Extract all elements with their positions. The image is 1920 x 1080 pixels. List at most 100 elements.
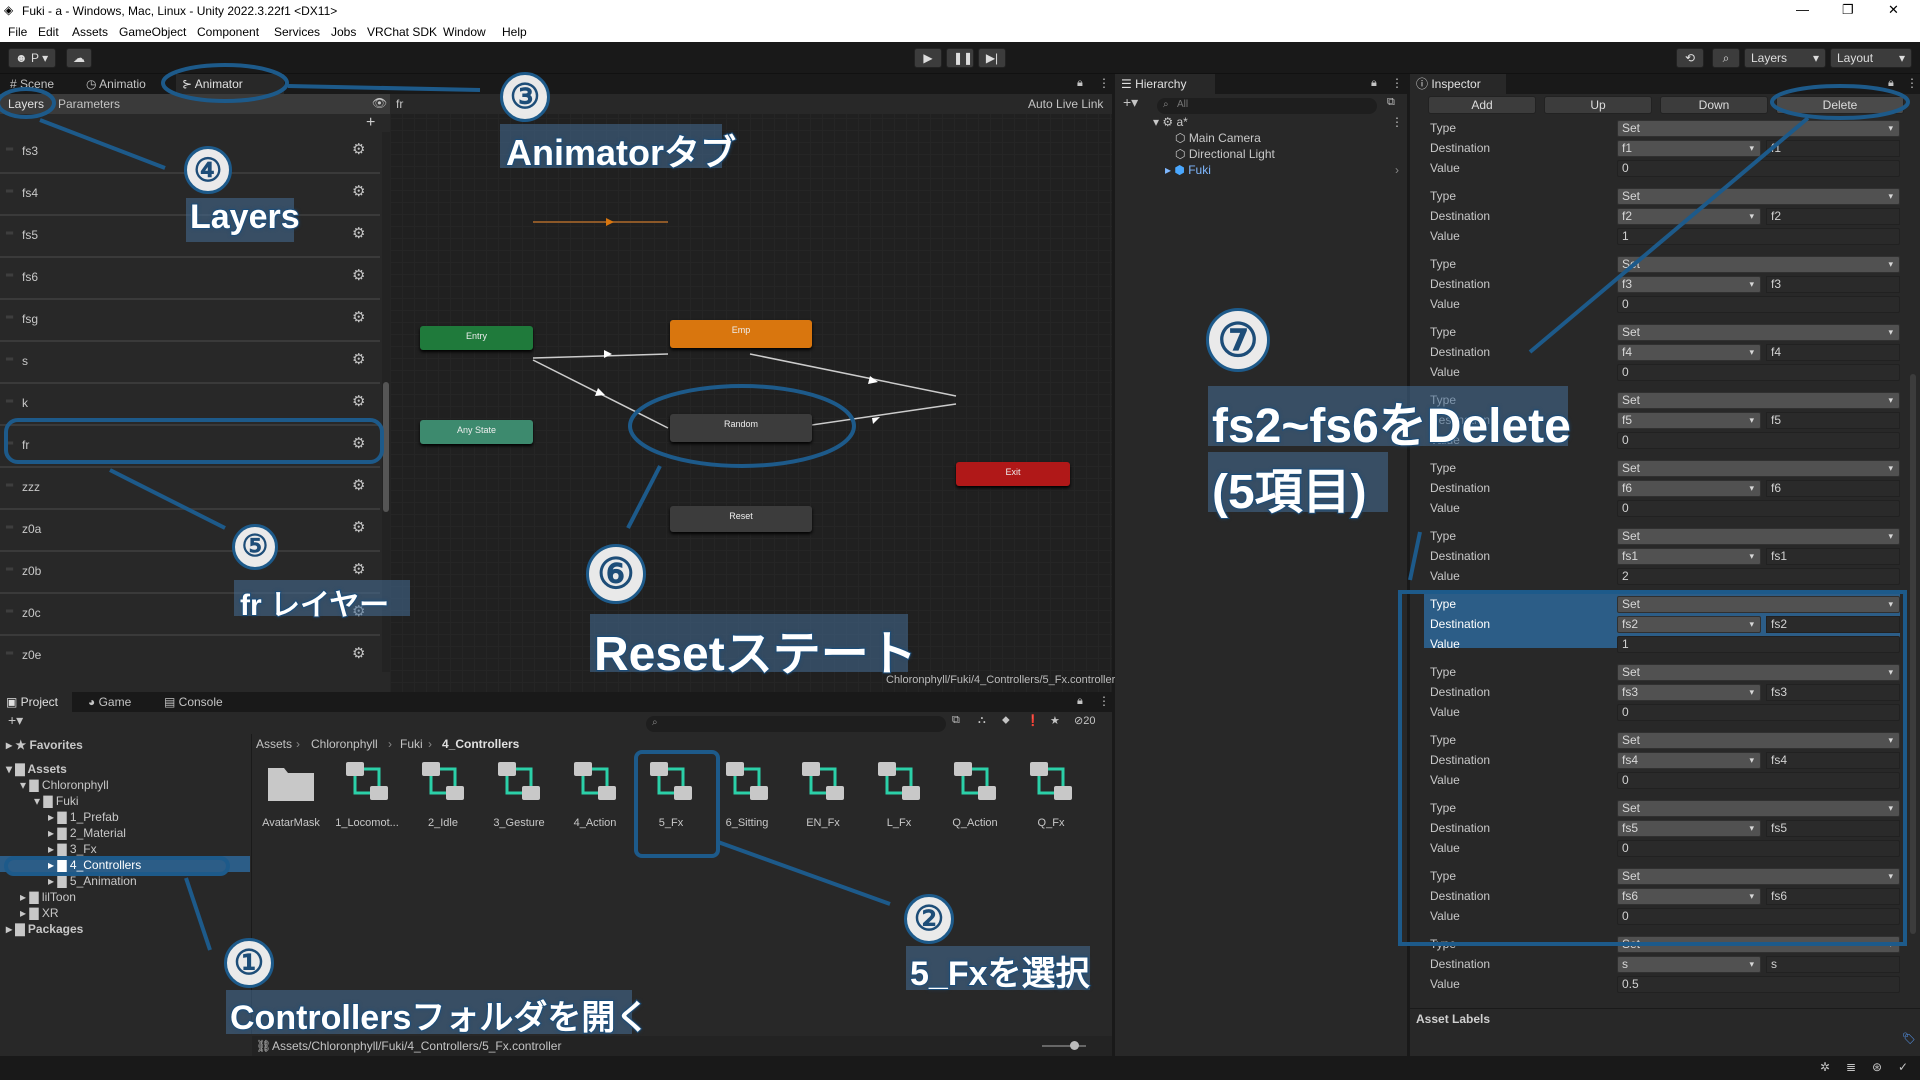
breadcrumb-chloronphyll[interactable]: Chloronphyll <box>311 737 378 751</box>
more-menu-icon[interactable]: ⋮ <box>1906 76 1918 90</box>
tree-chloronphyll[interactable]: ▾ ▇ Chloronphyll <box>20 778 109 792</box>
asset-item[interactable]: L_Fx <box>864 758 934 829</box>
tree-2-material[interactable]: ▸ ▇ 2_Material <box>48 826 126 840</box>
project-search-input[interactable]: ⌕ <box>646 716 946 732</box>
tree-3-fx[interactable]: ▸ ▇ 3_Fx <box>48 842 97 856</box>
gear-icon[interactable]: ⚙ <box>352 224 365 242</box>
tree-assets[interactable]: ▾ ▇ Assets <box>6 762 67 776</box>
filter-log-icon[interactable]: ❗ <box>1026 714 1040 727</box>
destination-dropdown[interactable]: f5 ▾ <box>1617 412 1761 429</box>
destination-text-field[interactable]: fs1 <box>1766 548 1900 565</box>
type-dropdown[interactable]: Set ▾ <box>1617 392 1900 409</box>
eye-icon[interactable]: 👁︎ <box>372 96 387 110</box>
destination-text-field[interactable]: fs3 <box>1766 684 1900 701</box>
account-button[interactable]: ☻ P ▾ <box>8 48 56 68</box>
destination-text-field[interactable]: f3 <box>1766 276 1900 293</box>
destination-dropdown[interactable]: f3 ▾ <box>1617 276 1761 293</box>
value-field[interactable]: 0 <box>1617 432 1900 449</box>
state-exit[interactable]: Exit <box>956 462 1070 486</box>
asset-item[interactable]: Q_Fx <box>1016 758 1086 829</box>
play-icon[interactable]: ▶ <box>914 48 942 68</box>
gear-icon[interactable]: ⚙ <box>352 266 365 284</box>
layer-row-fr[interactable]: ═ fr ⚙ <box>0 426 380 468</box>
hierarchy-item-main-camera[interactable]: ⬡ Main Camera <box>1175 131 1261 145</box>
layer-row-zzz[interactable]: ═ zzz ⚙ <box>0 468 380 510</box>
drag-handle-icon[interactable]: ═ <box>6 648 13 659</box>
menu-file[interactable]: File <box>8 25 27 39</box>
destination-text-field[interactable]: fs6 <box>1766 888 1900 905</box>
layer-row-s[interactable]: ═ s ⚙ <box>0 342 380 384</box>
drag-handle-icon[interactable]: ═ <box>6 354 13 365</box>
value-field[interactable]: 0 <box>1617 296 1900 313</box>
favorite-star-icon[interactable]: ★ <box>1050 714 1060 727</box>
destination-dropdown[interactable]: s ▾ <box>1617 956 1761 973</box>
value-field[interactable]: 1 <box>1617 636 1900 653</box>
tree-4-controllers[interactable]: ▸ ▇ 4_Controllers <box>48 858 141 872</box>
type-dropdown[interactable]: Set ▾ <box>1617 664 1900 681</box>
debug-icon[interactable]: ✲ <box>1820 1060 1830 1074</box>
filter-type-icon[interactable]: ⛬ <box>978 714 986 727</box>
layer-row-fs6[interactable]: ═ fs6 ⚙ <box>0 258 380 300</box>
scene-root[interactable]: ▾ ⚙ a* <box>1153 115 1188 129</box>
state-random[interactable]: Random <box>670 414 812 442</box>
gear-icon[interactable]: ⚙ <box>352 308 365 326</box>
pause-icon[interactable]: ❚❚ <box>946 48 974 68</box>
layout-dropdown[interactable]: Layout ▾ <box>1830 48 1912 68</box>
asset-item[interactable]: 3_Gesture <box>484 758 554 829</box>
inspector-scrollbar[interactable] <box>1910 374 1916 934</box>
destination-dropdown[interactable]: f6 ▾ <box>1617 480 1761 497</box>
gear-icon[interactable]: ⚙ <box>352 476 365 494</box>
menu-window[interactable]: Window <box>443 25 486 39</box>
drag-handle-icon[interactable]: ═ <box>6 144 13 155</box>
destination-dropdown[interactable]: fs3 ▾ <box>1617 684 1761 701</box>
layer-row-z0e[interactable]: ═ z0e ⚙ <box>0 636 380 672</box>
add-button[interactable]: Add <box>1428 96 1536 114</box>
tab-game[interactable]: ◕ Game <box>82 692 137 712</box>
destination-text-field[interactable]: f1 <box>1766 140 1900 157</box>
type-dropdown[interactable]: Set ▾ <box>1617 936 1900 953</box>
destination-text-field[interactable]: fs5 <box>1766 820 1900 837</box>
filter-label-icon[interactable]: ⬥ <box>1002 714 1010 727</box>
tab-console[interactable]: ▤ Console <box>158 692 229 712</box>
layer-row-k[interactable]: ═ k ⚙ <box>0 384 380 426</box>
asset-item[interactable]: AvatarMask <box>256 758 326 829</box>
close-icon[interactable]: ✕ <box>1888 2 1899 18</box>
destination-dropdown[interactable]: fs2 ▾ <box>1617 616 1761 633</box>
destination-text-field[interactable]: fs2 <box>1766 616 1900 633</box>
value-field[interactable]: 0 <box>1617 500 1900 517</box>
step-icon[interactable]: ▶| <box>978 48 1006 68</box>
value-field[interactable]: 0 <box>1617 364 1900 381</box>
drag-handle-icon[interactable]: ═ <box>6 564 13 575</box>
destination-dropdown[interactable]: fs6 ▾ <box>1617 888 1761 905</box>
drag-handle-icon[interactable]: ═ <box>6 270 13 281</box>
gear-icon[interactable]: ⚙ <box>352 392 365 410</box>
destination-dropdown[interactable]: fs1 ▾ <box>1617 548 1761 565</box>
more-menu-icon[interactable]: ⋮ <box>1098 76 1110 90</box>
hierarchy-item-directional-light[interactable]: ⬡ Directional Light <box>1175 147 1275 161</box>
state-entry[interactable]: Entry <box>420 326 533 350</box>
tab-layers[interactable]: Layers <box>8 97 44 111</box>
destination-text-field[interactable]: f6 <box>1766 480 1900 497</box>
tab-parameters[interactable]: Parameters <box>58 97 120 111</box>
tab-animation[interactable]: ◷ Animatio <box>80 74 152 94</box>
create-asset-icon[interactable]: +▾ <box>8 712 23 729</box>
search-filter-icon[interactable]: ⧉ <box>952 714 960 727</box>
destination-dropdown[interactable]: fs4 ▾ <box>1617 752 1761 769</box>
destination-dropdown[interactable]: fs5 ▾ <box>1617 820 1761 837</box>
value-field[interactable]: 1 <box>1617 228 1900 245</box>
lock-icon[interactable]: 🔒︎ <box>1077 695 1083 708</box>
type-dropdown[interactable]: Set ▾ <box>1617 256 1900 273</box>
layer-row-fsg[interactable]: ═ fsg ⚙ <box>0 300 380 342</box>
type-dropdown[interactable]: Set ▾ <box>1617 324 1900 341</box>
destination-text-field[interactable]: fs4 <box>1766 752 1900 769</box>
hierarchy-search-input[interactable]: ⌕ All <box>1157 98 1377 114</box>
gear-icon[interactable]: ⚙ <box>352 350 365 368</box>
type-dropdown[interactable]: Set ▾ <box>1617 800 1900 817</box>
scrollbar-thumb[interactable] <box>383 382 389 512</box>
type-dropdown[interactable]: Set ▾ <box>1617 732 1900 749</box>
tab-scene[interactable]: # Scene <box>4 74 60 94</box>
menu-component[interactable]: Component <box>197 25 259 39</box>
asset-item[interactable]: 5_Fx <box>636 758 706 829</box>
destination-dropdown[interactable]: f2 ▾ <box>1617 208 1761 225</box>
gear-icon[interactable]: ⚙ <box>352 518 365 536</box>
